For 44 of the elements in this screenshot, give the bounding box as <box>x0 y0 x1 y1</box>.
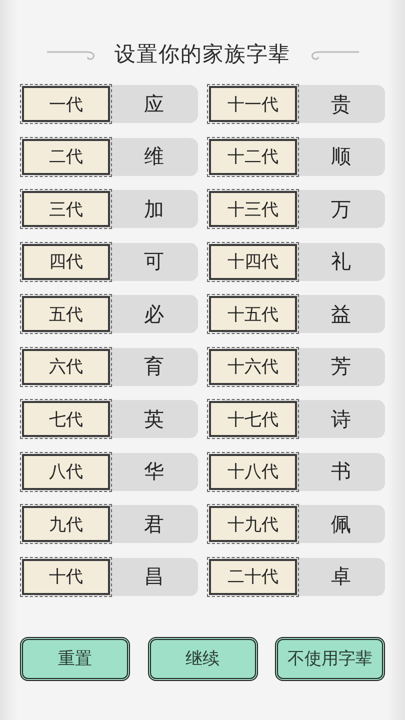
generation-character[interactable]: 顺 <box>297 143 385 170</box>
generation-character[interactable]: 昌 <box>110 563 198 590</box>
generation-character[interactable]: 育 <box>110 353 198 380</box>
generation-label: 十七代 <box>209 401 297 437</box>
generation-label: 十一代 <box>209 86 297 122</box>
generation-label: 十二代 <box>209 138 297 174</box>
generation-character[interactable]: 诗 <box>297 406 385 432</box>
action-button[interactable]: 重置 <box>20 636 130 680</box>
generation-character[interactable]: 礼 <box>297 248 385 275</box>
generation-label: 十八代 <box>209 454 297 490</box>
generation-character[interactable]: 英 <box>110 406 198 432</box>
generation-character[interactable]: 维 <box>110 143 198 170</box>
generation-character[interactable]: 应 <box>110 90 198 118</box>
generation-label: 六代 <box>22 348 110 384</box>
action-button[interactable]: 继续 <box>148 636 258 680</box>
generation-character[interactable]: 芳 <box>297 353 385 380</box>
generation-label: 三代 <box>22 191 110 227</box>
generation-label: 十四代 <box>209 244 297 280</box>
generation-character[interactable]: 加 <box>110 196 198 222</box>
generation-label: 十六代 <box>209 348 297 384</box>
generation-character[interactable]: 佩 <box>297 510 385 538</box>
generation-character[interactable]: 贵 <box>297 90 385 118</box>
generation-character[interactable]: 书 <box>297 458 385 485</box>
generation-label: 十五代 <box>209 296 297 332</box>
generation-character[interactable]: 必 <box>110 300 198 328</box>
generation-character[interactable]: 万 <box>297 196 385 222</box>
generation-character[interactable]: 益 <box>297 300 385 328</box>
generation-label: 十九代 <box>209 506 297 542</box>
generation-label: 四代 <box>22 244 110 280</box>
generation-label: 二代 <box>22 138 110 174</box>
generation-label: 二十代 <box>209 558 297 594</box>
generation-label: 九代 <box>22 506 110 542</box>
action-button[interactable]: 不使用字辈 <box>275 636 385 680</box>
generation-character[interactable]: 卓 <box>297 563 385 590</box>
page-title: 设置你的家族字辈 <box>114 41 290 68</box>
generation-label: 十三代 <box>209 191 297 227</box>
generation-label: 七代 <box>22 401 110 437</box>
generation-label: 五代 <box>22 296 110 332</box>
generation-character[interactable]: 华 <box>110 458 198 485</box>
generation-label: 一代 <box>22 86 110 122</box>
generation-character[interactable]: 可 <box>110 248 198 275</box>
generation-character[interactable]: 君 <box>110 510 198 538</box>
generation-label: 八代 <box>22 454 110 490</box>
generation-label: 十代 <box>22 558 110 594</box>
